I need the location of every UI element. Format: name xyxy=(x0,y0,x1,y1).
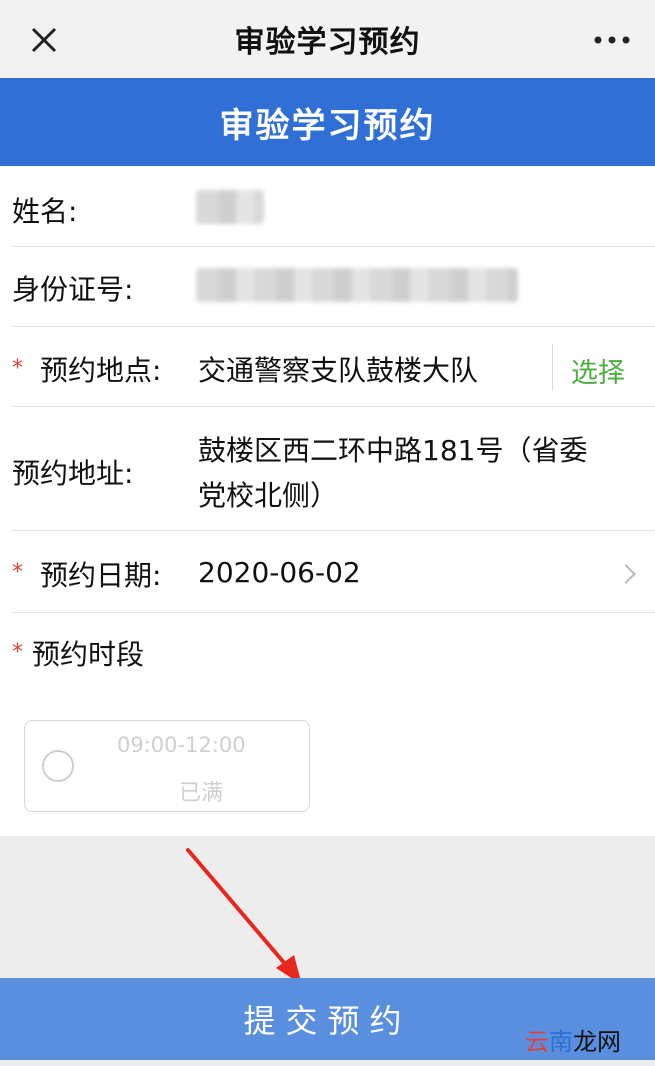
slot-time: 09:00-12:00 xyxy=(117,733,246,757)
id-number-label: 身份证号: xyxy=(12,273,134,306)
nav-title: 审验学习预约 xyxy=(234,25,421,60)
close-button[interactable] xyxy=(24,20,64,60)
name-label: 姓名: xyxy=(12,195,78,228)
time-slot-option[interactable]: 09:00-12:00 已满 xyxy=(24,720,310,812)
location-label: 预约地点: xyxy=(40,354,162,387)
page-title: 审验学习预约 xyxy=(219,105,436,146)
more-icon xyxy=(594,36,630,44)
watermark-logo: 云 南 龙网 xyxy=(525,1022,621,1057)
id-number-value-redacted xyxy=(196,268,518,302)
top-nav-bar: 审验学习预约 xyxy=(0,0,655,79)
divider xyxy=(12,530,655,531)
more-button[interactable] xyxy=(587,20,637,60)
divider xyxy=(12,326,655,327)
period-label: 预约时段 xyxy=(32,638,145,671)
watermark-part-2: 南 xyxy=(549,1028,573,1056)
select-location-button[interactable]: 选择 xyxy=(571,351,625,390)
required-mark: * xyxy=(12,356,23,381)
slot-status: 已满 xyxy=(179,781,224,806)
divider xyxy=(12,406,655,407)
watermark-part-1: 云 xyxy=(525,1028,549,1056)
divider xyxy=(12,246,655,247)
page-header: 审验学习预约 xyxy=(0,78,655,166)
radio-button[interactable] xyxy=(42,750,74,782)
divider xyxy=(12,612,655,613)
date-label: 预约日期: xyxy=(40,559,162,592)
vertical-separator xyxy=(552,344,553,390)
submit-label: 提交预约 xyxy=(243,1002,412,1040)
address-label: 预约地址: xyxy=(12,457,134,490)
required-mark: * xyxy=(12,640,23,665)
name-value-redacted xyxy=(196,190,264,224)
date-value[interactable]: 2020-06-02 xyxy=(198,556,361,589)
address-line-1: 鼓楼区西二环中路181号（省委 xyxy=(198,434,588,467)
appointment-form: 姓名: 身份证号: * 预约地点: 交通警察支队鼓楼大队 选择 预约地址: 鼓楼… xyxy=(0,166,655,836)
close-icon xyxy=(31,27,57,53)
chevron-right-icon[interactable] xyxy=(616,564,636,584)
location-value: 交通警察支队鼓楼大队 xyxy=(198,354,479,387)
watermark-part-3: 龙网 xyxy=(573,1028,621,1056)
required-mark: * xyxy=(12,560,23,585)
address-line-2: 党校北侧） xyxy=(198,479,339,512)
